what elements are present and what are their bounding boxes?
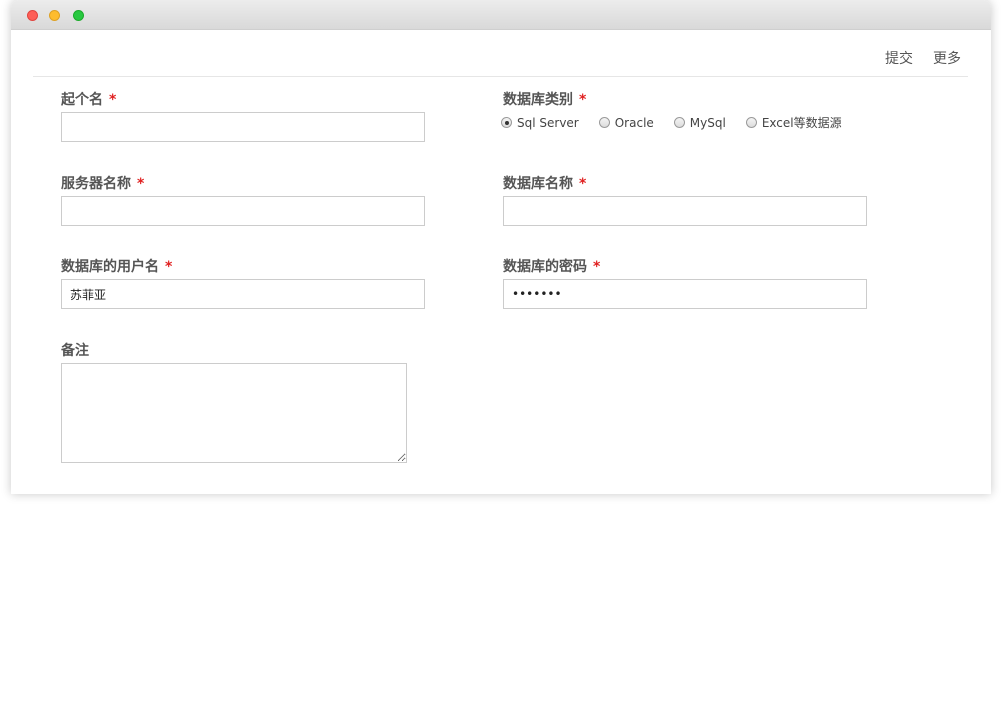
close-window-button[interactable] (27, 10, 38, 21)
db-type-radio-group: Sql Server Oracle MySql Excel等数据源 (501, 114, 862, 131)
radio-checked-icon[interactable] (501, 117, 512, 128)
name-label: 起个名 * (61, 89, 116, 109)
db-user-label-text: 数据库的用户名 (61, 259, 159, 275)
server-name-label: 服务器名称 * (61, 173, 144, 193)
radio-label: MySql (689, 115, 726, 130)
server-name-label-text: 服务器名称 (61, 176, 131, 192)
zoom-window-button[interactable] (73, 10, 84, 21)
remark-label: 备注 (61, 340, 89, 360)
db-name-input[interactable] (503, 196, 867, 226)
db-password-label: 数据库的密码 * (503, 256, 600, 276)
radio-label: Sql Server (517, 115, 579, 130)
radio-excel[interactable]: Excel等数据源 (745, 114, 842, 131)
radio-label: Oracle (614, 115, 654, 130)
app-window: 提交 更多 起个名 * 数据库类别 * Sql Server Oracle MySq… (11, 0, 991, 494)
db-type-label: 数据库类别 * (503, 89, 586, 109)
db-user-label: 数据库的用户名 * (61, 256, 172, 276)
name-input[interactable] (61, 112, 425, 142)
toolbar-divider (33, 76, 968, 77)
remark-label-text: 备注 (61, 343, 89, 359)
required-mark: * (137, 176, 145, 192)
name-label-text: 起个名 (61, 92, 103, 108)
db-type-label-text: 数据库类别 (503, 92, 573, 108)
required-mark: * (593, 259, 601, 275)
required-mark: * (579, 92, 587, 108)
required-mark: * (165, 259, 173, 275)
db-name-label: 数据库名称 * (503, 173, 586, 193)
db-password-input[interactable] (503, 279, 867, 309)
radio-mysql[interactable]: MySql (673, 115, 726, 130)
db-name-label-text: 数据库名称 (503, 176, 573, 192)
remark-textarea[interactable] (61, 363, 407, 463)
minimize-window-button[interactable] (49, 10, 60, 21)
radio-unchecked-icon[interactable] (673, 117, 685, 128)
required-mark: * (109, 92, 117, 108)
more-button[interactable]: 更多 (933, 48, 961, 68)
radio-unchecked-icon[interactable] (745, 117, 757, 128)
toolbar: 提交 更多 (885, 48, 961, 68)
db-password-label-text: 数据库的密码 (503, 259, 587, 275)
db-user-input[interactable] (61, 279, 425, 309)
radio-oracle[interactable]: Oracle (598, 115, 654, 130)
radio-unchecked-icon[interactable] (598, 117, 610, 128)
server-name-input[interactable] (61, 196, 425, 226)
title-bar (11, 0, 991, 30)
radio-sqlserver[interactable]: Sql Server (501, 116, 579, 130)
required-mark: * (579, 176, 587, 192)
radio-label: Excel等数据源 (761, 116, 842, 130)
submit-button[interactable]: 提交 (885, 48, 913, 68)
